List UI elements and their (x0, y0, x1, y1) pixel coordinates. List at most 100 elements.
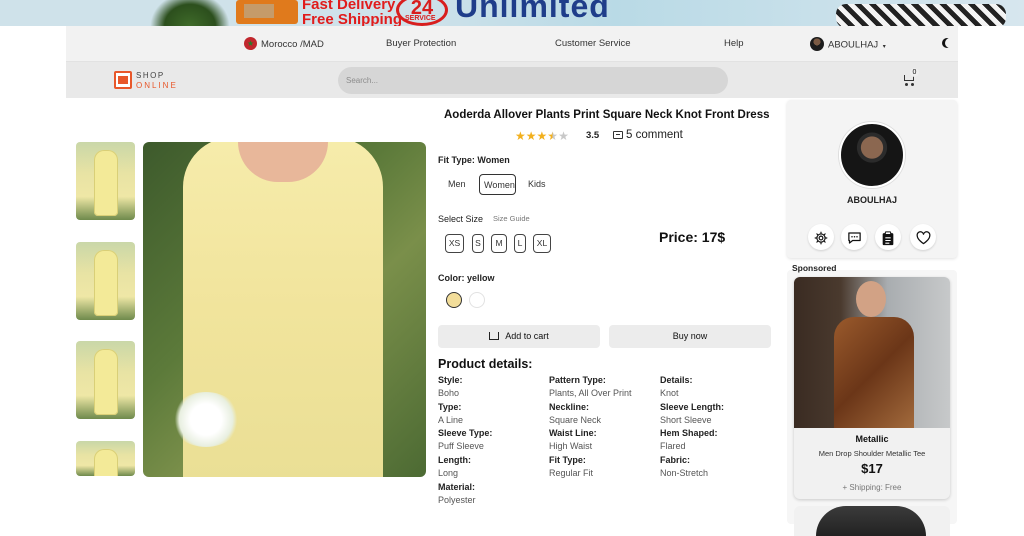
search-input[interactable] (338, 67, 728, 94)
product-title: Aoderda Allover Plants Print Square Neck… (444, 109, 770, 121)
detail-value: Puff Sleeve (438, 441, 484, 451)
color-label: Color: yellow (438, 273, 495, 283)
add-to-cart-label: Add to cart (505, 331, 549, 341)
detail-value: Boho (438, 388, 460, 398)
sponsored-product-image (794, 277, 950, 428)
service-24-badge: 24 SERVICE (396, 0, 448, 26)
detail-value: Polyester (438, 495, 476, 505)
detail-key: Hem Shaped: (660, 428, 718, 438)
select-size-label: Select Size (438, 214, 484, 224)
detail-key: Fit Type: (549, 455, 586, 465)
morocco-flag-icon (244, 37, 257, 50)
star-icon: ★ (525, 129, 537, 143)
unlimited-text: Unlimited (455, 0, 610, 24)
detail-value: Square Neck (549, 415, 602, 425)
badge-text: SERVICE (405, 15, 436, 22)
fit-type-label: Fit Type: Women (438, 155, 510, 165)
help-link[interactable]: Help (724, 38, 744, 49)
size-option-s[interactable]: S (472, 234, 484, 253)
buyer-protection-link[interactable]: Buyer Protection (386, 38, 456, 49)
cart-count-badge: 0 (910, 68, 919, 77)
buy-now-button[interactable]: Buy now (609, 325, 771, 348)
avatar[interactable] (839, 122, 905, 188)
fit-option-men[interactable]: Men (444, 174, 470, 195)
detail-key: Type: (438, 402, 462, 412)
star-icon: ★ (536, 129, 548, 143)
user-name: ABOULHAJ (828, 39, 879, 51)
promo-banner[interactable]: Fast Delivery Free Shipping 24 SERVICE U… (0, 0, 1024, 26)
sponsored-label: Sponsored (792, 263, 837, 273)
sponsored-product-subtitle: Men Drop Shoulder Metallic Tee (818, 449, 926, 458)
color-key: Color: (438, 273, 465, 283)
size-option-m[interactable]: M (491, 234, 507, 253)
chat-icon[interactable] (841, 224, 867, 250)
shop-online-logo[interactable]: SHOP ONLINE (114, 69, 184, 93)
logo-text-online: ONLINE (136, 81, 178, 90)
star-icon: ★ (515, 129, 526, 143)
search-bar-row: SHOP ONLINE 0 (66, 62, 958, 98)
product-thumbnail-2[interactable] (76, 242, 135, 320)
detail-value: High Waist (549, 441, 593, 451)
cart-icon (489, 331, 500, 340)
dark-mode-toggle-icon[interactable] (945, 38, 955, 48)
heart-icon[interactable] (910, 224, 936, 250)
star-empty-icon: ★ (558, 129, 569, 143)
sponsored-product-title: Metallic (855, 434, 889, 444)
banner-text: Fast Delivery Free Shipping (302, 0, 402, 26)
free-shipping-text: Free Shipping (302, 11, 403, 26)
rating-value: 3.5 (586, 130, 600, 141)
user-avatar-icon (810, 37, 824, 51)
profile-card: ABOULHAJ (787, 100, 957, 258)
fit-option-kids[interactable]: Kids (524, 174, 550, 195)
size-option-xs[interactable]: XS (445, 234, 464, 253)
detail-value: Regular Fit (549, 468, 594, 478)
sponsored-product-price: $17 (861, 461, 883, 476)
detail-value: Non-Stretch (660, 468, 709, 478)
settings-icon[interactable] (808, 224, 834, 250)
detail-key: Length: (438, 455, 471, 465)
detail-key: Style: (438, 375, 463, 385)
product-price: Price: 17$ (659, 229, 726, 245)
product-thumbnail-1[interactable] (76, 142, 135, 220)
color-value: yellow (467, 273, 495, 283)
color-swatch-yellow[interactable] (446, 292, 462, 308)
detail-key: Sleeve Type: (438, 428, 493, 438)
sponsored-product-card-2[interactable] (794, 506, 950, 536)
comment-count-link[interactable]: 5 comment (626, 129, 683, 141)
delivery-truck-graphic (236, 0, 298, 24)
detail-key: Details: (660, 375, 693, 385)
size-option-l[interactable]: L (514, 234, 526, 253)
sponsored-product-card[interactable]: Metallic Men Drop Shoulder Metallic Tee … (794, 277, 950, 499)
detail-key: Fabric: (660, 455, 691, 465)
detail-value: Knot (660, 388, 679, 398)
shop-logo-icon (114, 71, 132, 89)
fit-type-value: Women (477, 155, 510, 165)
clipboard-icon[interactable] (875, 224, 901, 250)
rating-stars: ★★★★★ (515, 129, 569, 143)
product-thumbnail-4[interactable] (76, 441, 135, 476)
detail-key: Waist Line: (549, 428, 597, 438)
detail-key: Material: (438, 482, 476, 492)
add-to-cart-button[interactable]: Add to cart (438, 325, 600, 348)
region-label: Morocco /MAD (261, 39, 324, 51)
fit-type-key: Fit Type: (438, 155, 475, 165)
product-main-image[interactable] (143, 142, 426, 477)
region-selector[interactable]: Morocco /MAD (244, 37, 324, 51)
detail-value: Short Sleeve (660, 415, 712, 425)
detail-value: Plants, All Over Print (549, 388, 632, 398)
detail-value: Flared (660, 441, 686, 451)
fit-option-women[interactable]: Women (479, 174, 516, 195)
size-option-xl[interactable]: XL (533, 234, 551, 253)
product-thumbnail-3[interactable] (76, 341, 135, 419)
product-details-title: Product details: (438, 357, 533, 371)
detail-key: Pattern Type: (549, 375, 606, 385)
plant-graphic (150, 0, 230, 26)
size-guide-link[interactable]: Size Guide (493, 214, 530, 223)
utility-nav: Morocco /MAD Buyer Protection Customer S… (66, 26, 958, 62)
user-menu[interactable]: ABOULHAJ ▾ (810, 37, 886, 52)
comment-icon[interactable] (613, 131, 623, 139)
cushion-graphic (836, 4, 1006, 26)
customer-service-link[interactable]: Customer Service (555, 38, 631, 49)
color-swatch-white[interactable] (469, 292, 485, 308)
logo-text-shop: SHOP (136, 71, 165, 80)
